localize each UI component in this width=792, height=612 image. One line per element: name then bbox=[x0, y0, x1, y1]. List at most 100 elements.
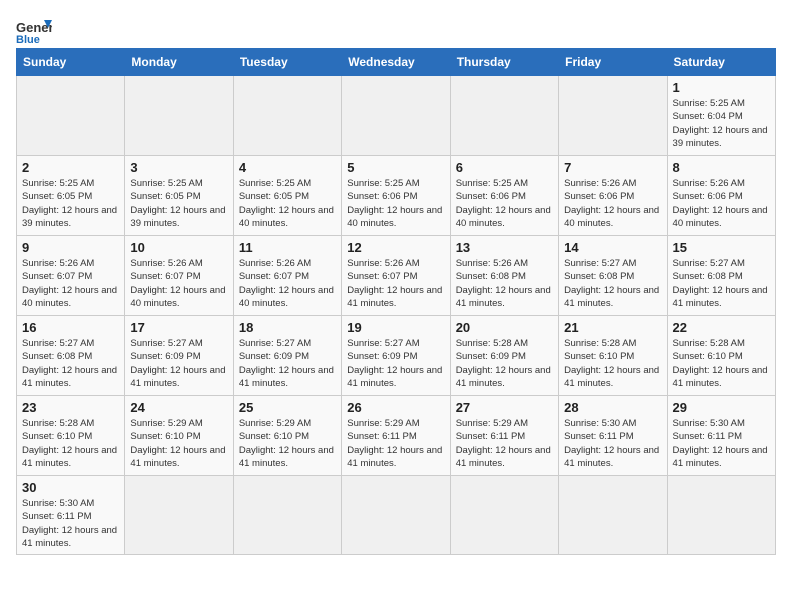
calendar-cell: 18 Sunrise: 5:27 AM Sunset: 6:09 PM Dayli… bbox=[233, 316, 341, 396]
day-info: Sunrise: 5:30 AM Sunset: 6:11 PM Dayligh… bbox=[22, 497, 119, 550]
weekday-header-tuesday: Tuesday bbox=[233, 49, 341, 76]
calendar-cell bbox=[17, 76, 125, 156]
weekday-header-thursday: Thursday bbox=[450, 49, 558, 76]
day-number: 20 bbox=[456, 320, 553, 335]
day-info: Sunrise: 5:30 AM Sunset: 6:11 PM Dayligh… bbox=[673, 417, 770, 470]
calendar-cell bbox=[450, 76, 558, 156]
calendar-cell bbox=[342, 476, 450, 555]
calendar-cell bbox=[667, 476, 775, 555]
calendar-cell: 27Sunrise: 5:29 AM Sunset: 6:11 PM Dayli… bbox=[450, 396, 558, 476]
calendar-cell: 12 Sunrise: 5:26 AM Sunset: 6:07 PM Dayli… bbox=[342, 236, 450, 316]
calendar-cell: 25 Sunrise: 5:29 AM Sunset: 6:10 PM Dayli… bbox=[233, 396, 341, 476]
day-number: 28 bbox=[564, 400, 661, 415]
day-number: 2 bbox=[22, 160, 119, 175]
day-number: 21 bbox=[564, 320, 661, 335]
calendar-cell: 20 Sunrise: 5:28 AM Sunset: 6:09 PM Dayli… bbox=[450, 316, 558, 396]
calendar-cell: 26 Sunrise: 5:29 AM Sunset: 6:11 PM Dayli… bbox=[342, 396, 450, 476]
calendar-week-row: 2 Sunrise: 5:25 AM Sunset: 6:05 PM Daylig… bbox=[17, 156, 776, 236]
day-number: 11 bbox=[239, 240, 336, 255]
day-number: 5 bbox=[347, 160, 444, 175]
calendar-cell: 24 Sunrise: 5:29 AM Sunset: 6:10 PM Dayli… bbox=[125, 396, 233, 476]
day-number: 24 bbox=[130, 400, 227, 415]
calendar-week-row: 1 Sunrise: 5:25 AM Sunset: 6:04 PM Daylig… bbox=[17, 76, 776, 156]
day-number: 23 bbox=[22, 400, 119, 415]
calendar-cell bbox=[559, 76, 667, 156]
day-number: 13 bbox=[456, 240, 553, 255]
day-number: 22 bbox=[673, 320, 770, 335]
day-info: Sunrise: 5:26 AM Sunset: 6:07 PM Dayligh… bbox=[347, 257, 444, 310]
day-info: Sunrise: 5:28 AM Sunset: 6:10 PM Dayligh… bbox=[22, 417, 119, 470]
weekday-header-sunday: Sunday bbox=[17, 49, 125, 76]
day-number: 18 bbox=[239, 320, 336, 335]
day-number: 8 bbox=[673, 160, 770, 175]
day-info: Sunrise: 5:25 AM Sunset: 6:05 PM Dayligh… bbox=[239, 177, 336, 230]
day-info: Sunrise: 5:27 AM Sunset: 6:08 PM Dayligh… bbox=[673, 257, 770, 310]
day-number: 26 bbox=[347, 400, 444, 415]
day-info: Sunrise: 5:26 AM Sunset: 6:07 PM Dayligh… bbox=[239, 257, 336, 310]
day-number: 16 bbox=[22, 320, 119, 335]
calendar-cell: 13 Sunrise: 5:26 AM Sunset: 6:08 PM Dayli… bbox=[450, 236, 558, 316]
calendar-cell: 10 Sunrise: 5:26 AM Sunset: 6:07 PM Dayli… bbox=[125, 236, 233, 316]
calendar-cell: 29Sunrise: 5:30 AM Sunset: 6:11 PM Dayli… bbox=[667, 396, 775, 476]
day-number: 19 bbox=[347, 320, 444, 335]
calendar-cell: 21Sunrise: 5:28 AM Sunset: 6:10 PM Dayli… bbox=[559, 316, 667, 396]
day-info: Sunrise: 5:28 AM Sunset: 6:10 PM Dayligh… bbox=[673, 337, 770, 390]
day-number: 4 bbox=[239, 160, 336, 175]
calendar-cell: 2 Sunrise: 5:25 AM Sunset: 6:05 PM Daylig… bbox=[17, 156, 125, 236]
day-info: Sunrise: 5:25 AM Sunset: 6:05 PM Dayligh… bbox=[22, 177, 119, 230]
calendar-week-row: 16 Sunrise: 5:27 AM Sunset: 6:08 PM Dayli… bbox=[17, 316, 776, 396]
day-number: 7 bbox=[564, 160, 661, 175]
day-info: Sunrise: 5:29 AM Sunset: 6:10 PM Dayligh… bbox=[239, 417, 336, 470]
day-info: Sunrise: 5:27 AM Sunset: 6:09 PM Dayligh… bbox=[130, 337, 227, 390]
day-number: 3 bbox=[130, 160, 227, 175]
day-number: 15 bbox=[673, 240, 770, 255]
calendar-week-row: 9Sunrise: 5:26 AM Sunset: 6:07 PM Daylig… bbox=[17, 236, 776, 316]
calendar-cell: 3 Sunrise: 5:25 AM Sunset: 6:05 PM Daylig… bbox=[125, 156, 233, 236]
calendar-cell bbox=[233, 476, 341, 555]
calendar-cell bbox=[450, 476, 558, 555]
day-info: Sunrise: 5:27 AM Sunset: 6:08 PM Dayligh… bbox=[564, 257, 661, 310]
day-number: 6 bbox=[456, 160, 553, 175]
day-number: 27 bbox=[456, 400, 553, 415]
day-info: Sunrise: 5:27 AM Sunset: 6:08 PM Dayligh… bbox=[22, 337, 119, 390]
day-info: Sunrise: 5:25 AM Sunset: 6:04 PM Dayligh… bbox=[673, 97, 770, 150]
calendar-cell: 14 Sunrise: 5:27 AM Sunset: 6:08 PM Dayli… bbox=[559, 236, 667, 316]
weekday-header-row: SundayMondayTuesdayWednesdayThursdayFrid… bbox=[17, 49, 776, 76]
day-info: Sunrise: 5:26 AM Sunset: 6:06 PM Dayligh… bbox=[673, 177, 770, 230]
day-number: 17 bbox=[130, 320, 227, 335]
day-info: Sunrise: 5:26 AM Sunset: 6:07 PM Dayligh… bbox=[130, 257, 227, 310]
calendar-cell: 17 Sunrise: 5:27 AM Sunset: 6:09 PM Dayli… bbox=[125, 316, 233, 396]
day-info: Sunrise: 5:25 AM Sunset: 6:05 PM Dayligh… bbox=[130, 177, 227, 230]
logo: General Blue bbox=[16, 16, 52, 44]
day-info: Sunrise: 5:27 AM Sunset: 6:09 PM Dayligh… bbox=[239, 337, 336, 390]
calendar-cell: 8 Sunrise: 5:26 AM Sunset: 6:06 PM Daylig… bbox=[667, 156, 775, 236]
day-info: Sunrise: 5:26 AM Sunset: 6:07 PM Dayligh… bbox=[22, 257, 119, 310]
day-info: Sunrise: 5:29 AM Sunset: 6:10 PM Dayligh… bbox=[130, 417, 227, 470]
day-number: 25 bbox=[239, 400, 336, 415]
weekday-header-monday: Monday bbox=[125, 49, 233, 76]
day-info: Sunrise: 5:30 AM Sunset: 6:11 PM Dayligh… bbox=[564, 417, 661, 470]
generalblue-logo-icon: General Blue bbox=[16, 16, 52, 44]
day-info: Sunrise: 5:29 AM Sunset: 6:11 PM Dayligh… bbox=[347, 417, 444, 470]
weekday-header-friday: Friday bbox=[559, 49, 667, 76]
weekday-header-saturday: Saturday bbox=[667, 49, 775, 76]
day-info: Sunrise: 5:27 AM Sunset: 6:09 PM Dayligh… bbox=[347, 337, 444, 390]
day-number: 30 bbox=[22, 480, 119, 495]
calendar-week-row: 30 Sunrise: 5:30 AM Sunset: 6:11 PM Dayli… bbox=[17, 476, 776, 555]
calendar-cell bbox=[125, 76, 233, 156]
day-number: 1 bbox=[673, 80, 770, 95]
calendar-cell bbox=[342, 76, 450, 156]
calendar-cell: 1 Sunrise: 5:25 AM Sunset: 6:04 PM Daylig… bbox=[667, 76, 775, 156]
day-info: Sunrise: 5:25 AM Sunset: 6:06 PM Dayligh… bbox=[347, 177, 444, 230]
day-number: 10 bbox=[130, 240, 227, 255]
day-number: 12 bbox=[347, 240, 444, 255]
day-number: 14 bbox=[564, 240, 661, 255]
calendar-cell bbox=[233, 76, 341, 156]
calendar-cell bbox=[125, 476, 233, 555]
day-info: Sunrise: 5:26 AM Sunset: 6:08 PM Dayligh… bbox=[456, 257, 553, 310]
calendar-cell bbox=[559, 476, 667, 555]
weekday-header-wednesday: Wednesday bbox=[342, 49, 450, 76]
calendar-cell: 16 Sunrise: 5:27 AM Sunset: 6:08 PM Dayli… bbox=[17, 316, 125, 396]
day-info: Sunrise: 5:28 AM Sunset: 6:09 PM Dayligh… bbox=[456, 337, 553, 390]
day-info: Sunrise: 5:26 AM Sunset: 6:06 PM Dayligh… bbox=[564, 177, 661, 230]
